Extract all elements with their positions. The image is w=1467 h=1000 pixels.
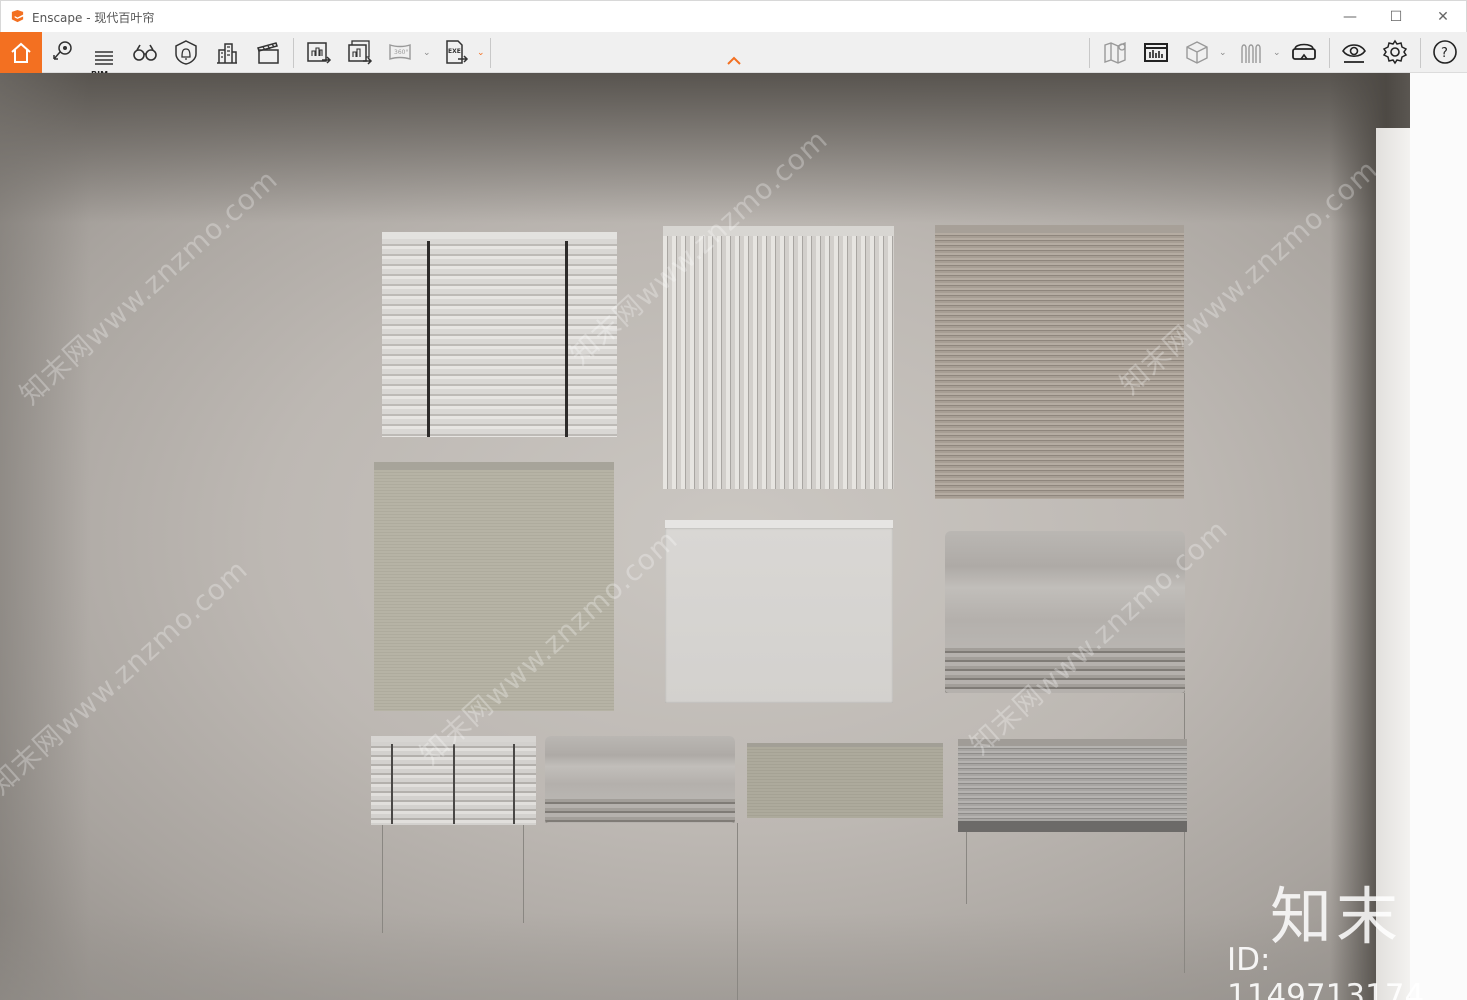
left-wall-shadow (0, 73, 90, 1000)
blind-cord (737, 823, 738, 1000)
cube-dropdown-caret[interactable]: ⌄ (1219, 48, 1227, 58)
export-exe-button[interactable]: EXE (437, 34, 473, 70)
maximize-button[interactable]: ☐ (1373, 1, 1419, 33)
bim-icon (95, 51, 113, 65)
cube-icon (1186, 41, 1208, 64)
blind-cord (382, 825, 383, 933)
panorama-label: 360° (394, 49, 408, 56)
settings-button[interactable] (1377, 34, 1413, 70)
exe-label: EXE (448, 48, 461, 55)
export-dropdown-caret[interactable]: ⌄ (477, 48, 485, 58)
blind-roller-beige-small (747, 743, 943, 818)
walk-dropdown-caret[interactable]: ⌄ (1273, 48, 1281, 58)
video-editor-button[interactable] (250, 34, 286, 70)
help-label: ? (1441, 46, 1448, 61)
screenshot-export-icon (307, 42, 332, 64)
batch-export-icon (348, 40, 373, 65)
visual-settings-button[interactable] (1336, 34, 1372, 70)
exe-export-icon: EXE (446, 40, 469, 64)
toolbar-separator (490, 38, 491, 68)
views-button[interactable] (127, 34, 163, 70)
home-icon (11, 42, 31, 63)
home-button[interactable] (0, 32, 42, 73)
toolbar-separator (293, 38, 294, 68)
panorama-360-icon: 360° (389, 44, 411, 60)
help-icon: ? (1433, 40, 1457, 64)
main-toolbar: BIM (0, 32, 1467, 79)
asset-library-button[interactable] (1138, 34, 1174, 70)
blind-cord (523, 825, 524, 923)
screenshot-button[interactable] (300, 34, 336, 70)
floor-shade (0, 913, 1410, 1000)
toolbar-separator (1329, 38, 1330, 68)
blind-roman-small (545, 736, 735, 823)
walk-icon (1241, 44, 1261, 63)
bim-button[interactable] (86, 34, 122, 70)
buildings-icon (217, 43, 237, 64)
enscape-logo-icon (11, 9, 24, 23)
blind-roller-white (665, 520, 893, 703)
map-button[interactable] (1097, 34, 1133, 70)
ladder-tape (513, 744, 515, 824)
clapperboard-icon (257, 42, 279, 64)
panorama-button[interactable]: 360° (382, 34, 418, 70)
blind-cord (966, 832, 967, 904)
blind-cord (1184, 693, 1185, 973)
map-icon (1104, 41, 1126, 64)
orthographic-button[interactable] (209, 34, 245, 70)
vr-headset-icon (1292, 43, 1316, 60)
ladder-tape (427, 241, 430, 437)
cube-view-button[interactable] (1179, 34, 1215, 70)
ladder-tape (391, 744, 393, 824)
toolbar-separator (1420, 38, 1421, 68)
safe-frame-button[interactable] (168, 34, 204, 70)
brand-id: ID: 1149713174 (1227, 942, 1425, 1000)
collapse-toolbar-caret-icon[interactable] (726, 54, 742, 68)
batch-render-button[interactable] (341, 34, 377, 70)
help-button[interactable]: ? (1427, 34, 1463, 70)
vr-headset-button[interactable] (1286, 34, 1322, 70)
viewport-right-border (1410, 73, 1467, 1000)
panorama-dropdown-caret[interactable]: ⌄ (423, 48, 431, 58)
title-bar: Enscape - 现代百叶帘 — ☐ ✕ (0, 0, 1467, 32)
settings-gear-icon (1382, 39, 1408, 65)
asset-library-icon (1144, 43, 1168, 62)
toolbar-separator (1089, 38, 1090, 68)
close-button[interactable]: ✕ (1420, 1, 1466, 33)
walk-mode-button[interactable] (1233, 34, 1269, 70)
minimize-button[interactable]: — (1327, 1, 1373, 33)
shield-bell-icon (175, 40, 197, 65)
window-title: Enscape - 现代百叶帘 (32, 11, 155, 25)
render-viewport[interactable]: 知末网www.znzmo.com 知末网www.znzmo.com 知末网www… (0, 73, 1467, 1000)
location-button[interactable] (44, 34, 80, 70)
eye-visual-settings-icon (1342, 44, 1366, 63)
binoculars-icon (133, 44, 157, 61)
location-pin-icon (53, 41, 72, 60)
